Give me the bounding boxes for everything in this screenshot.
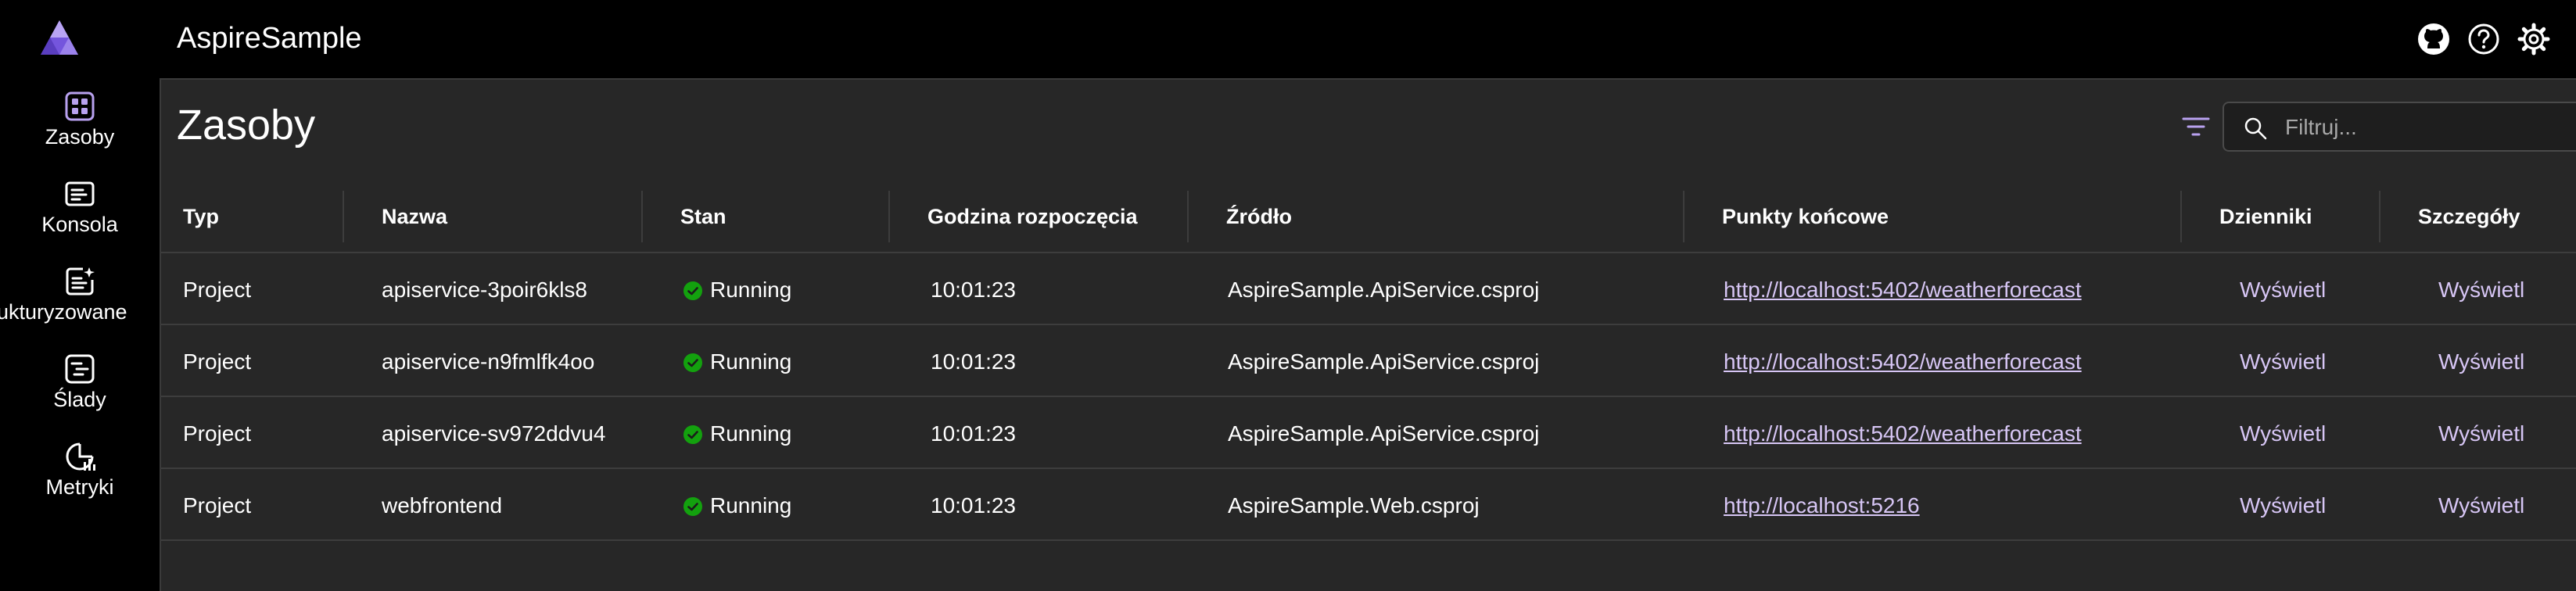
sidebar-item-label: Metryki <box>45 475 114 499</box>
row-divider <box>161 539 2576 541</box>
cell-source: AspireSample.ApiService.csproj <box>1228 278 1540 302</box>
github-icon[interactable] <box>2416 22 2451 56</box>
column-header-start-time[interactable]: Godzina rozpoczęcia <box>927 203 1138 230</box>
endpoint-link[interactable]: http://localhost:5402/weatherforecast <box>1724 277 2082 303</box>
check-circle-icon <box>683 281 702 300</box>
console-icon <box>65 181 95 206</box>
column-resize-handle[interactable] <box>641 191 643 242</box>
cell-start-time: 10:01:23 <box>931 349 1016 374</box>
search-field[interactable] <box>2223 102 2576 152</box>
status-text: Running <box>710 493 792 518</box>
column-resize-handle[interactable] <box>2180 191 2182 242</box>
view-logs-link[interactable]: Wyświetl <box>2240 492 2326 519</box>
column-resize-handle[interactable] <box>1187 191 1189 242</box>
sidebar-item-console[interactable]: Konsola <box>0 178 160 256</box>
cell-state: Running <box>683 349 791 375</box>
cell-type: Project <box>183 278 252 302</box>
cell-name: apiservice-n9fmlfk4oo <box>382 349 595 374</box>
check-circle-icon <box>683 353 702 372</box>
column-resize-handle[interactable] <box>2379 191 2380 242</box>
cell-state: Running <box>683 277 791 303</box>
view-logs-link[interactable]: Wyświetl <box>2240 277 2326 303</box>
view-logs-link[interactable]: Wyświetl <box>2240 421 2326 447</box>
cell-source: AspireSample.ApiService.csproj <box>1228 349 1540 374</box>
column-resize-handle[interactable] <box>343 191 344 242</box>
endpoint-link[interactable]: http://localhost:5216 <box>1724 492 1920 519</box>
column-resize-handle[interactable] <box>888 191 890 242</box>
sidebar-item-resources[interactable]: Zasoby <box>0 91 160 169</box>
column-header-name[interactable]: Nazwa <box>382 203 447 230</box>
page-title: Zasoby <box>177 102 316 149</box>
cell-name: apiservice-3poir6kls8 <box>382 278 588 302</box>
aspire-logo-icon[interactable] <box>39 19 80 58</box>
column-resize-handle[interactable] <box>1683 191 1684 242</box>
check-circle-icon <box>683 497 702 516</box>
view-logs-link[interactable]: Wyświetl <box>2240 349 2326 375</box>
row-divider <box>161 252 2576 253</box>
check-circle-icon <box>683 425 702 444</box>
search-icon <box>2244 117 2267 140</box>
cell-state: Running <box>683 492 791 519</box>
column-header-logs[interactable]: Dzienniki <box>2219 203 2312 230</box>
filter-icon[interactable] <box>2179 109 2213 144</box>
resources-panel: Zasoby Typ Nazwa Stan Godzina rozpoczęci… <box>160 78 2576 591</box>
cell-name: apiservice-sv972ddvu4 <box>382 421 606 446</box>
structured-logs-icon <box>66 267 95 296</box>
status-text: Running <box>710 421 792 446</box>
row-divider <box>161 396 2576 397</box>
column-header-type[interactable]: Typ <box>183 203 219 230</box>
traces-icon <box>65 354 95 384</box>
row-divider <box>161 324 2576 325</box>
cell-name: webfrontend <box>382 493 503 518</box>
column-header-details[interactable]: Szczegóły <box>2418 203 2520 230</box>
endpoint-link[interactable]: http://localhost:5402/weatherforecast <box>1724 349 2082 375</box>
sidebar-nav: Zasoby Konsola Strukturyzowane Ślady <box>0 78 160 591</box>
help-icon[interactable] <box>2467 22 2501 56</box>
sidebar-item-structured[interactable]: Strukturyzowane <box>0 266 160 344</box>
metrics-icon <box>66 442 95 471</box>
sidebar-item-metrics[interactable]: Metryki <box>0 441 160 519</box>
app-title[interactable]: AspireSample <box>177 20 362 56</box>
status-text: Running <box>710 349 792 374</box>
sidebar-item-label: Zasoby <box>45 125 115 149</box>
cell-start-time: 10:01:23 <box>931 278 1016 302</box>
cell-start-time: 10:01:23 <box>931 493 1016 518</box>
view-details-link[interactable]: Wyświetl <box>2438 421 2524 447</box>
cell-source: AspireSample.ApiService.csproj <box>1228 421 1540 446</box>
cell-type: Project <box>183 493 252 518</box>
top-bar: AspireSample <box>0 0 2576 78</box>
resources-grid-icon <box>65 91 95 121</box>
column-header-source[interactable]: Źródło <box>1226 203 1292 230</box>
cell-type: Project <box>183 349 252 374</box>
view-details-link[interactable]: Wyświetl <box>2438 277 2524 303</box>
endpoint-link[interactable]: http://localhost:5402/weatherforecast <box>1724 421 2082 447</box>
view-details-link[interactable]: Wyświetl <box>2438 349 2524 375</box>
cell-source: AspireSample.Web.csproj <box>1228 493 1480 518</box>
settings-icon[interactable] <box>2517 22 2551 56</box>
search-input[interactable] <box>2284 111 2576 144</box>
column-header-endpoints[interactable]: Punkty końcowe <box>1722 203 1889 230</box>
sidebar-item-label: Konsola <box>41 213 118 236</box>
status-text: Running <box>710 278 792 302</box>
cell-type: Project <box>183 421 252 446</box>
sidebar-item-label: Ślady <box>53 388 106 411</box>
row-divider <box>161 467 2576 469</box>
cell-state: Running <box>683 421 791 447</box>
column-header-state[interactable]: Stan <box>680 203 727 230</box>
sidebar-item-traces[interactable]: Ślady <box>0 353 160 432</box>
sidebar-item-label: Strukturyzowane <box>0 300 127 324</box>
view-details-link[interactable]: Wyświetl <box>2438 492 2524 519</box>
cell-start-time: 10:01:23 <box>931 421 1016 446</box>
